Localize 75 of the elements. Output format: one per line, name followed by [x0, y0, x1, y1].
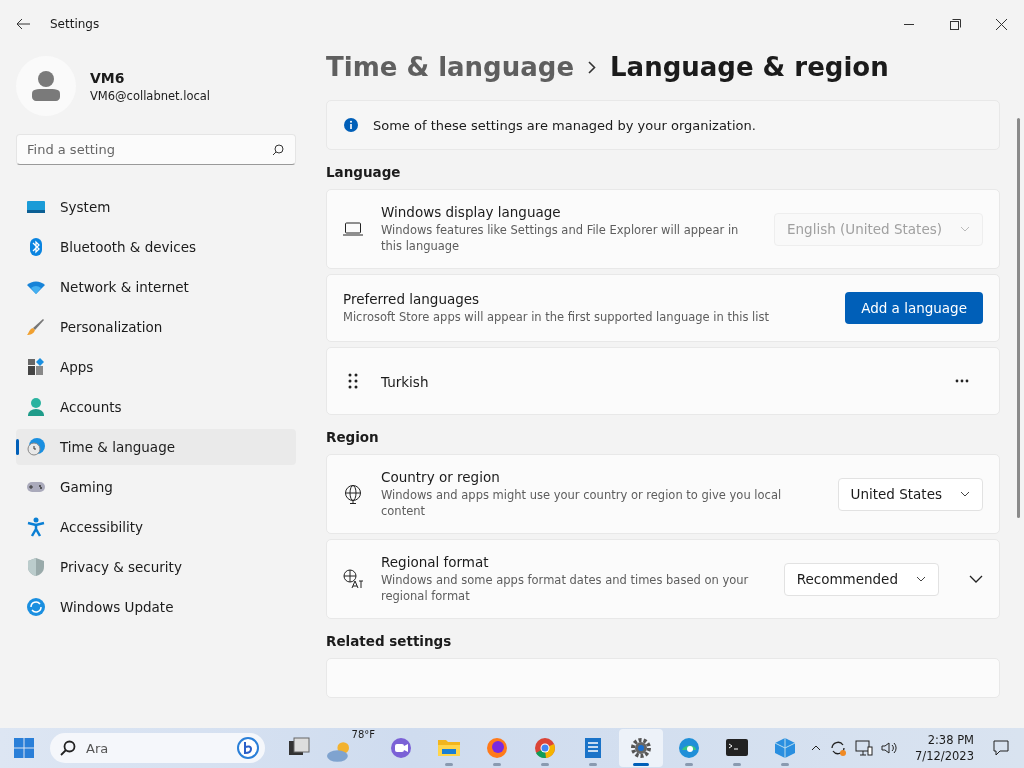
- nav-item[interactable]: Apps: [16, 349, 296, 385]
- chevron-icon[interactable]: [969, 575, 983, 583]
- globe-icon: [343, 484, 363, 504]
- laptop-icon: [343, 222, 363, 236]
- nav-item[interactable]: Personalization: [16, 309, 296, 345]
- nav-item[interactable]: Time & language: [16, 429, 296, 465]
- cube-stack-icon: [772, 735, 798, 761]
- setting-title: Regional format: [381, 554, 490, 570]
- setting-description: Windows features like Settings and File Explorer will appear in this language: [381, 222, 740, 254]
- person-icon: [26, 397, 46, 417]
- shield-icon: [26, 557, 46, 577]
- network-icon[interactable]: [855, 740, 874, 756]
- nav-item[interactable]: Bluetooth & devices: [16, 229, 296, 265]
- fox-browser-icon: [484, 735, 510, 761]
- globe-clock-icon: [26, 437, 46, 457]
- dropdown[interactable]: Recommended: [783, 562, 939, 596]
- accessibility-icon: [26, 517, 46, 537]
- restore-icon[interactable]: [949, 18, 961, 30]
- sync-icon: [26, 597, 46, 617]
- scrollbar[interactable]: [1017, 118, 1020, 518]
- weather-widget[interactable]: 78°F: [325, 729, 375, 767]
- language-format-icon: [343, 569, 363, 589]
- taskbar-app[interactable]: [619, 729, 663, 767]
- search-icon: [272, 144, 284, 156]
- chevron-down-icon: [960, 491, 970, 497]
- clock-time[interactable]: 2:38 PM: [915, 732, 974, 748]
- setting-title: Preferred languages: [343, 291, 481, 307]
- more-icon[interactable]: [955, 379, 969, 383]
- nav-item[interactable]: Privacy & security: [16, 549, 296, 585]
- nav-item[interactable]: Gaming: [16, 469, 296, 505]
- dropdown[interactable]: United States: [837, 477, 983, 511]
- search-icon: [60, 740, 76, 756]
- section-heading: Related settings: [326, 633, 453, 649]
- edge-icon: [676, 735, 702, 761]
- chevron-right-icon: [588, 60, 597, 74]
- taskbar-search-field[interactable]: Ara: [50, 733, 265, 763]
- sync-icon[interactable]: [829, 739, 848, 757]
- section-heading: Language: [326, 164, 402, 180]
- nav-item[interactable]: Windows Update: [16, 589, 296, 625]
- chevron-up-icon[interactable]: [811, 745, 822, 751]
- nav-item[interactable]: Network & internet: [16, 269, 296, 305]
- user-email: VM6@collabnet.local: [90, 88, 211, 103]
- section-heading: Region: [326, 429, 380, 445]
- paintbrush-icon: [26, 317, 46, 337]
- notification-icon[interactable]: [992, 739, 1010, 757]
- video-call-icon: [388, 735, 414, 761]
- minimize-icon[interactable]: [904, 23, 914, 25]
- nav-item[interactable]: Accounts: [16, 389, 296, 425]
- window-title: Settings: [50, 17, 100, 31]
- weather-icon: [327, 742, 349, 762]
- breadcrumb-link[interactable]: Time & language: [326, 52, 575, 82]
- nav-item[interactable]: System: [16, 189, 296, 225]
- setting-description: Windows and some apps format dates and times based on your regional format: [381, 572, 750, 604]
- chrome-icon: [532, 735, 558, 761]
- language-name: Turkish: [381, 373, 429, 390]
- setting-title: Country or region: [381, 469, 501, 485]
- gear-icon: [628, 735, 654, 761]
- setting-description: Windows and apps might use your country or region to give you local content: [381, 487, 783, 519]
- info-icon: [343, 117, 359, 133]
- search-field[interactable]: Find a setting: [16, 134, 296, 165]
- user-name: VM6: [90, 69, 126, 86]
- apps-icon: [26, 357, 46, 377]
- setting-title: Windows display language: [381, 204, 562, 220]
- info-text: Some of these settings are managed by your organization.: [373, 117, 756, 133]
- chevron-down-icon: [916, 576, 926, 582]
- chevron-down-icon: [960, 226, 970, 232]
- setting-description: Microsoft Store apps will appear in the first supported language in this list: [343, 309, 770, 325]
- clock-date[interactable]: 7/12/2023: [915, 748, 974, 764]
- add-language-button[interactable]: Add a language: [845, 292, 983, 324]
- drag-handle-icon[interactable]: [348, 373, 358, 389]
- close-icon[interactable]: [995, 18, 1007, 30]
- volume-icon[interactable]: [881, 741, 898, 755]
- back-icon[interactable]: [16, 18, 30, 30]
- nav-item[interactable]: Accessibility: [16, 509, 296, 545]
- page-title: Language & region: [610, 52, 889, 82]
